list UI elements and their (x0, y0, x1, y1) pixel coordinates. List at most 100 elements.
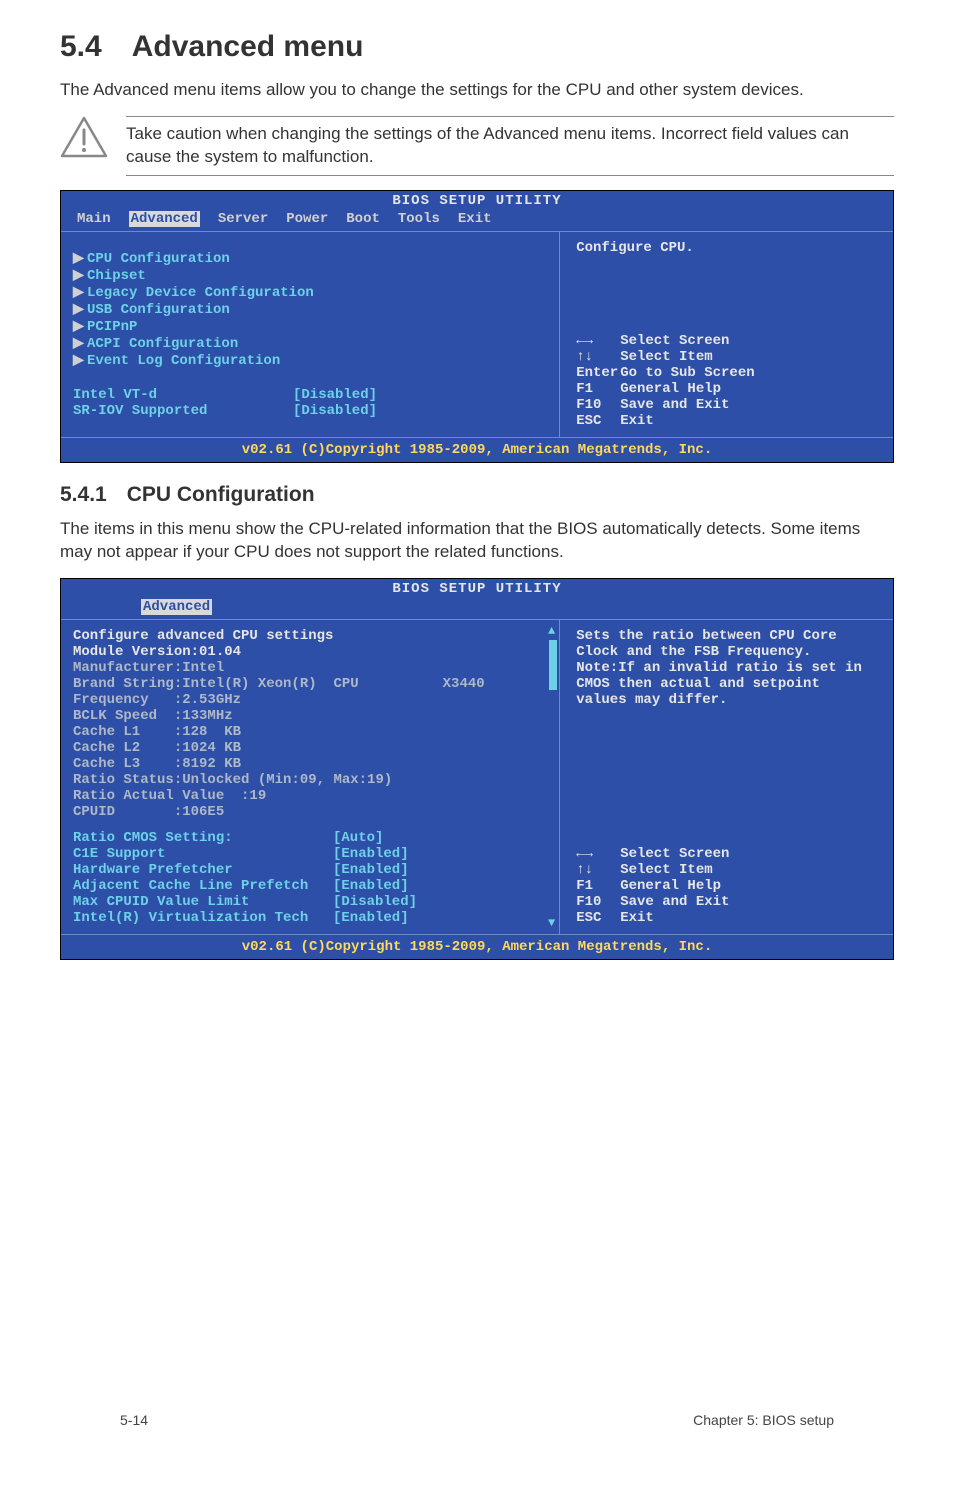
menu-item[interactable]: ▶PCIPnP (73, 318, 547, 335)
subsection-heading: 5.4.1 CPU Configuration (60, 483, 894, 507)
tab-exit[interactable]: Exit (458, 211, 492, 227)
bios-tab-bar: Advanced (61, 599, 893, 619)
setting-value: [Auto] (333, 830, 383, 846)
setting-label: Intel(R) Virtualization Tech (73, 910, 333, 926)
tab-power[interactable]: Power (286, 211, 328, 227)
setting-row[interactable]: SR-IOV Supported [Disabled] (73, 403, 547, 419)
scroll-up-icon[interactable]: ▲ (548, 624, 555, 638)
menu-item[interactable]: ▶Legacy Device Configuration (73, 284, 547, 301)
key-label: F10 (576, 397, 620, 413)
setting-label: Adjacent Cache Line Prefetch (73, 878, 333, 894)
tab-boot[interactable]: Boot (346, 211, 380, 227)
info-line: Manufacturer:Intel (73, 660, 547, 676)
menu-item-label: USB Configuration (87, 302, 230, 318)
submenu-arrow-icon: ▶ (73, 352, 87, 369)
setting-value: [Enabled] (333, 910, 409, 926)
config-heading: Configure advanced CPU settings (73, 628, 547, 644)
key-label: ESC (576, 910, 620, 926)
module-version: Module Version:01.04 (73, 644, 547, 660)
key-label: Enter (576, 365, 620, 381)
key-label: F1 (576, 381, 620, 397)
key-desc: Exit (620, 910, 654, 926)
subsection-title: CPU Configuration (127, 483, 315, 506)
setting-label: SR-IOV Supported (73, 403, 293, 419)
key-label: F10 (576, 894, 620, 910)
setting-value: [Enabled] (333, 846, 409, 862)
submenu-arrow-icon: ▶ (73, 250, 87, 267)
info-line: Cache L2 :1024 KB (73, 740, 547, 756)
menu-item[interactable]: ▶ACPI Configuration (73, 335, 547, 352)
key-desc: Exit (620, 413, 654, 429)
menu-item[interactable]: ▶Chipset (73, 267, 547, 284)
subsection-intro: The items in this menu show the CPU-rela… (60, 517, 894, 565)
bios-panel-advanced: BIOS SETUP UTILITY Main Advanced Server … (60, 190, 894, 463)
setting-label: Ratio CMOS Setting: (73, 830, 333, 846)
subsection-number: 5.4.1 (60, 483, 107, 506)
tab-advanced[interactable]: Advanced (129, 211, 200, 227)
key-desc: General Help (620, 381, 721, 397)
tab-main[interactable]: Main (77, 211, 111, 227)
key-desc: Save and Exit (620, 894, 729, 910)
bios-help-pane: Sets the ratio between CPU Core Clock an… (560, 620, 893, 934)
info-line: Brand String:Intel(R) Xeon(R) CPU X3440 (73, 676, 547, 692)
setting-row[interactable]: Max CPUID Value Limit[Disabled] (73, 894, 547, 910)
submenu-arrow-icon: ▶ (73, 267, 87, 284)
warning-icon (60, 116, 108, 161)
menu-item-label: Legacy Device Configuration (87, 285, 314, 301)
menu-item-label: Event Log Configuration (87, 353, 280, 369)
setting-row[interactable]: Adjacent Cache Line Prefetch[Enabled] (73, 878, 547, 894)
info-line: CPUID :106E5 (73, 804, 547, 820)
info-line: BCLK Speed :133MHz (73, 708, 547, 724)
bios-left-pane: ▲ ▼ Configure advanced CPU settings Modu… (61, 620, 560, 934)
menu-item-label: PCIPnP (87, 319, 137, 335)
setting-value: [Disabled] (293, 403, 377, 419)
setting-row[interactable]: Intel(R) Virtualization Tech[Enabled] (73, 910, 547, 926)
key-label: ←→ (576, 333, 620, 349)
key-label: ↑↓ (576, 862, 620, 878)
setting-row[interactable]: Ratio CMOS Setting:[Auto] (73, 830, 547, 846)
setting-label: Max CPUID Value Limit (73, 894, 333, 910)
submenu-arrow-icon: ▶ (73, 284, 87, 301)
setting-row[interactable]: C1E Support[Enabled] (73, 846, 547, 862)
menu-item-label: ACPI Configuration (87, 336, 238, 352)
scroll-down-icon[interactable]: ▼ (548, 916, 555, 930)
key-desc: Select Item (620, 349, 712, 365)
key-desc: Select Screen (620, 333, 729, 349)
tab-advanced[interactable]: Advanced (141, 599, 212, 615)
key-desc: General Help (620, 878, 721, 894)
submenu-arrow-icon: ▶ (73, 301, 87, 318)
page-footer: 5-14 Chapter 5: BIOS setup (120, 1412, 834, 1428)
section-heading: 5.4Advanced menu (60, 30, 894, 64)
key-desc: Select Screen (620, 846, 729, 862)
menu-item-label: Chipset (87, 268, 146, 284)
key-label: F1 (576, 878, 620, 894)
key-desc: Select Item (620, 862, 712, 878)
setting-value: [Disabled] (293, 387, 377, 403)
info-line: Frequency :2.53GHz (73, 692, 547, 708)
bios-help-pane: Configure CPU. ←→Select Screen ↑↓Select … (560, 232, 893, 437)
menu-item[interactable]: ▶USB Configuration (73, 301, 547, 318)
bios-footer: v02.61 (C)Copyright 1985-2009, American … (61, 935, 893, 959)
warning-text: Take caution when changing the settings … (126, 116, 894, 176)
setting-row[interactable]: Hardware Prefetcher[Enabled] (73, 862, 547, 878)
bios-left-pane: ▶CPU Configuration ▶Chipset ▶Legacy Devi… (61, 232, 560, 437)
bios-panel-cpu: BIOS SETUP UTILITY Advanced ▲ ▼ Configur… (60, 578, 894, 960)
menu-item[interactable]: ▶Event Log Configuration (73, 352, 547, 369)
bios-footer: v02.61 (C)Copyright 1985-2009, American … (61, 438, 893, 462)
menu-item[interactable]: ▶CPU Configuration (73, 250, 547, 267)
setting-value: [Enabled] (333, 862, 409, 878)
help-description: Sets the ratio between CPU Core Clock an… (576, 628, 877, 708)
setting-value: [Disabled] (333, 894, 417, 910)
bios-tab-bar: Main Advanced Server Power Boot Tools Ex… (61, 211, 893, 231)
key-label: ESC (576, 413, 620, 429)
info-line: Ratio Status:Unlocked (Min:09, Max:19) (73, 772, 547, 788)
submenu-arrow-icon: ▶ (73, 318, 87, 335)
warning-block: Take caution when changing the settings … (60, 116, 894, 176)
info-line: Ratio Actual Value :19 (73, 788, 547, 804)
key-label: ←→ (576, 846, 620, 862)
scrollbar-thumb[interactable] (549, 640, 557, 690)
tab-server[interactable]: Server (218, 211, 268, 227)
tab-tools[interactable]: Tools (398, 211, 440, 227)
setting-row[interactable]: Intel VT-d [Disabled] (73, 387, 547, 403)
submenu-arrow-icon: ▶ (73, 335, 87, 352)
